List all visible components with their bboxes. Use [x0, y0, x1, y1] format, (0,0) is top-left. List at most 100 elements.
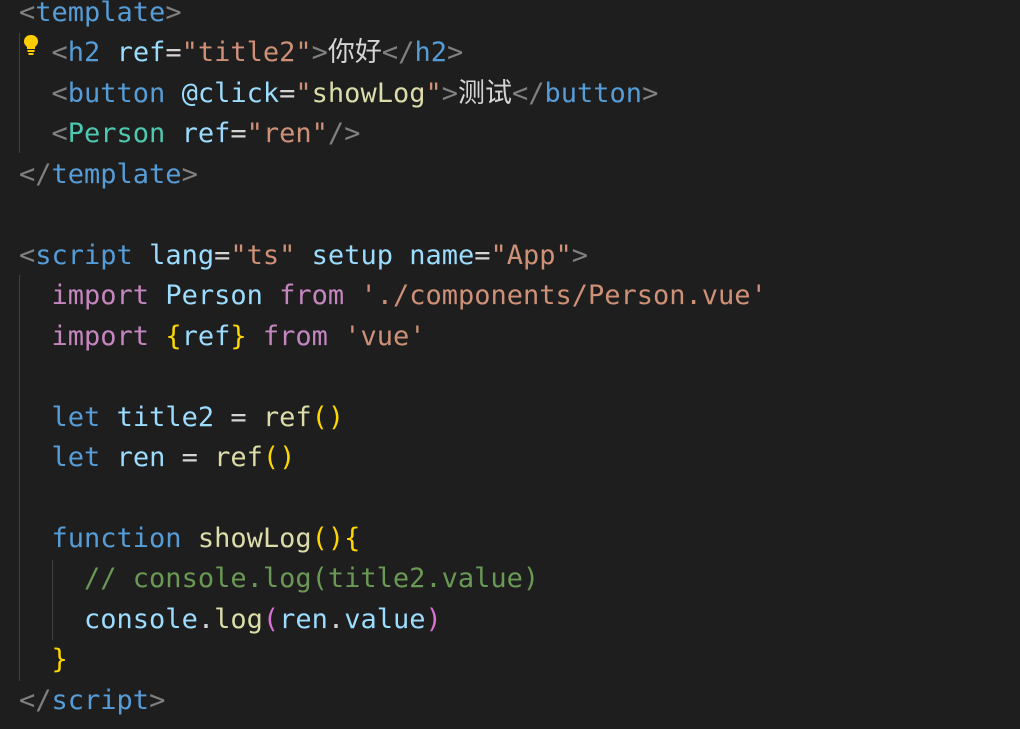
- code-line-3[interactable]: <button @click="showLog">测试</button>: [19, 74, 659, 114]
- code-token: Person: [67, 118, 166, 150]
- code-token: title2: [116, 401, 215, 433]
- code-token: >: [149, 684, 166, 716]
- code-token: ref: [181, 118, 231, 150]
- code-token: ren: [279, 603, 328, 635]
- code-token: "title2": [181, 37, 312, 69]
- code-token: <: [51, 118, 68, 150]
- code-token: let: [51, 441, 101, 473]
- code-token: =: [214, 239, 231, 271]
- code-line-15[interactable]: // console.log(title2.value): [19, 559, 539, 599]
- code-token: ): [425, 603, 442, 635]
- code-token: let: [51, 401, 101, 433]
- code-editor[interactable]: <template> <h2 ref="title2">你好</h2> <but…: [0, 0, 1020, 729]
- code-token: "ren": [246, 118, 328, 150]
- code-token: showLog: [311, 77, 426, 109]
- code-token: }: [230, 320, 247, 352]
- code-token: // console.log(title2.value): [84, 563, 540, 595]
- code-token: log: [214, 603, 263, 635]
- code-token: ref: [214, 441, 263, 473]
- code-line-8[interactable]: import Person from './components/Person.…: [19, 276, 767, 316]
- code-token: >: [446, 37, 464, 69]
- code-token: <: [51, 37, 68, 69]
- code-token: setup: [311, 239, 393, 271]
- code-token: Person: [165, 280, 263, 312]
- code-line-12[interactable]: let ren = ref(): [19, 438, 296, 478]
- code-token: (: [262, 603, 280, 635]
- code-token: 测试: [458, 77, 512, 109]
- code-token: 'vue': [344, 320, 426, 352]
- code-token: </: [381, 37, 415, 69]
- code-token: </: [19, 158, 52, 190]
- code-line-7[interactable]: <script lang="ts" setup name="App">: [19, 236, 588, 276]
- code-token: =: [165, 441, 215, 473]
- code-token: console: [84, 603, 198, 635]
- code-line-16[interactable]: console.log(ren.value): [19, 600, 442, 640]
- code-line-9[interactable]: import {ref} from 'vue': [19, 317, 426, 357]
- code-token: (): [311, 522, 345, 554]
- code-token: 你好: [327, 37, 382, 69]
- code-token: lang: [149, 239, 215, 271]
- code-token: .: [197, 603, 215, 635]
- code-token: "ts": [230, 239, 296, 271]
- code-token: ren: [116, 441, 166, 473]
- code-token: (): [311, 401, 345, 433]
- code-token: =: [165, 37, 182, 69]
- code-line-17[interactable]: }: [19, 640, 68, 680]
- code-token: "App": [490, 239, 572, 271]
- code-line-5[interactable]: </template>: [19, 155, 198, 195]
- code-token: />: [327, 118, 361, 150]
- code-token: {: [165, 320, 182, 352]
- code-token: (): [262, 441, 296, 473]
- code-token: <: [19, 0, 36, 28]
- code-token: ": [295, 77, 312, 109]
- code-line-18[interactable]: </script>: [19, 681, 165, 721]
- code-line-11[interactable]: let title2 = ref(): [19, 398, 345, 438]
- code-token: import: [51, 320, 150, 352]
- code-token: ref: [116, 37, 166, 69]
- code-token: >: [571, 239, 589, 271]
- code-token: function: [51, 522, 182, 554]
- code-line-2[interactable]: <h2 ref="title2">你好</h2>: [19, 33, 464, 73]
- code-token: template: [51, 158, 182, 190]
- code-token: {: [344, 522, 361, 554]
- code-token: from: [279, 280, 345, 312]
- code-token: h2: [414, 37, 447, 69]
- code-token: import: [51, 280, 150, 312]
- code-token: <: [51, 77, 68, 109]
- code-line-14[interactable]: function showLog(){: [19, 519, 361, 559]
- code-line-1[interactable]: <template>: [19, 0, 182, 33]
- code-token: =: [214, 401, 263, 433]
- code-token: @click: [181, 77, 280, 109]
- code-token: >: [181, 158, 198, 190]
- code-token: </: [19, 684, 52, 716]
- code-line-4[interactable]: <Person ref="ren"/>: [19, 114, 361, 154]
- code-token: button: [67, 77, 166, 109]
- code-token: >: [165, 0, 182, 28]
- code-token: h2: [67, 37, 101, 69]
- code-token: script: [51, 684, 150, 716]
- code-token: >: [311, 37, 328, 69]
- code-token: value: [344, 603, 426, 635]
- code-token: >: [642, 77, 659, 109]
- code-token: button: [544, 77, 643, 109]
- code-token: from: [262, 320, 328, 352]
- code-token: </: [512, 77, 545, 109]
